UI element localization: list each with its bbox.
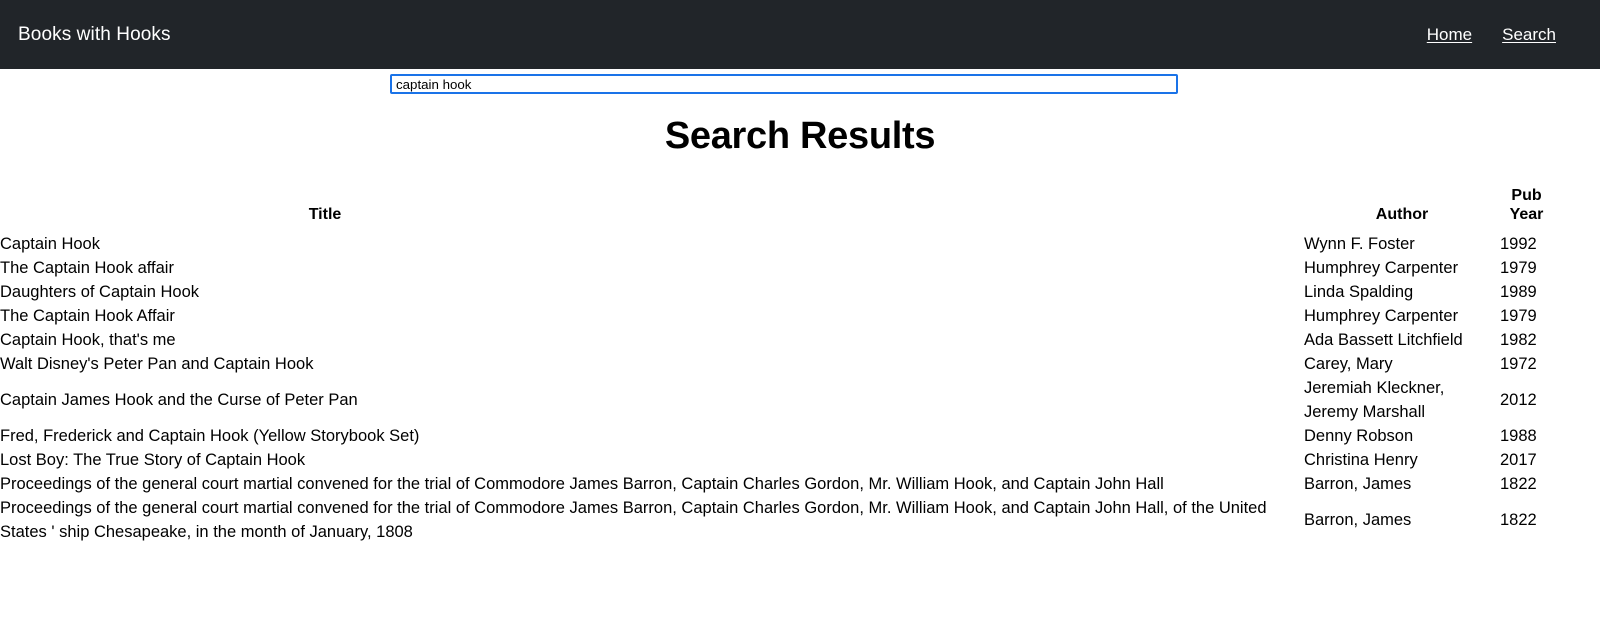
- nav-link-search[interactable]: Search: [1502, 25, 1556, 45]
- cell-title: Fred, Frederick and Captain Hook (Yellow…: [0, 427, 420, 445]
- cell-pub-year: 2017: [1500, 451, 1537, 469]
- nav-links: Home Search: [1427, 25, 1582, 45]
- cell-title: Proceedings of the general court martial…: [0, 499, 1267, 541]
- top-navbar: Books with Hooks Home Search: [0, 0, 1600, 69]
- table-row[interactable]: Daughters of Captain Hook Linda Spalding 1…: [0, 280, 1553, 304]
- cell-author: Barron, James: [1304, 475, 1412, 493]
- brand-title[interactable]: Books with Hooks: [18, 25, 171, 44]
- cell-author: Barron, James: [1304, 511, 1412, 529]
- cell-author: Denny Robson: [1304, 427, 1414, 445]
- table-row[interactable]: The Captain Hook Affair Humphrey Carpente…: [0, 304, 1553, 328]
- cell-title: Proceedings of the general court martial…: [0, 475, 1164, 493]
- cell-pub-year: 1822: [1500, 475, 1537, 493]
- table-row[interactable]: Proceedings of the general court martial…: [0, 496, 1553, 544]
- cell-author: Ada Bassett Litchfield: [1304, 331, 1463, 349]
- table-row[interactable]: Captain James Hook and the Curse of Pete…: [0, 376, 1553, 424]
- cell-author: Christina Henry: [1304, 451, 1418, 469]
- table-row[interactable]: Lost Boy: The True Story of Captain Hook…: [0, 448, 1553, 472]
- cell-author: Carey, Mary: [1304, 355, 1393, 373]
- search-input[interactable]: [390, 74, 1178, 94]
- cell-author: Humphrey Carpenter: [1304, 307, 1459, 325]
- table-row[interactable]: Captain Hook Wynn F. Foster 1992: [0, 232, 1553, 256]
- cell-pub-year: 1982: [1500, 331, 1537, 349]
- cell-pub-year: 1988: [1500, 427, 1537, 445]
- search-bar-row: [0, 69, 1600, 98]
- cell-author: Jeremiah Kleckner, Jeremy Marshall: [1304, 379, 1445, 421]
- nav-link-home[interactable]: Home: [1427, 25, 1472, 45]
- cell-pub-year: 1822: [1500, 511, 1537, 529]
- cell-title: Captain Hook, that's me: [0, 331, 176, 349]
- column-header-author[interactable]: Author: [1304, 186, 1500, 232]
- column-header-title[interactable]: Title: [0, 186, 1304, 232]
- cell-pub-year: 1972: [1500, 355, 1537, 373]
- search-results-table: Title Author Pub Year Captain Hook Wynn F…: [0, 186, 1553, 544]
- table-row[interactable]: Captain Hook, that's me Ada Bassett Litch…: [0, 328, 1553, 352]
- cell-pub-year: 1992: [1500, 235, 1537, 253]
- table-row[interactable]: Fred, Frederick and Captain Hook (Yellow…: [0, 424, 1553, 448]
- table-row[interactable]: Walt Disney's Peter Pan and Captain Hook…: [0, 352, 1553, 376]
- table-row[interactable]: Proceedings of the general court martial…: [0, 472, 1553, 496]
- cell-title: The Captain Hook affair: [0, 259, 174, 277]
- cell-pub-year: 1979: [1500, 259, 1537, 277]
- table-header-row: Title Author Pub Year: [0, 186, 1553, 232]
- cell-title: Captain James Hook and the Curse of Pete…: [0, 391, 358, 409]
- table-row[interactable]: The Captain Hook affair Humphrey Carpente…: [0, 256, 1553, 280]
- cell-pub-year: 1979: [1500, 307, 1537, 325]
- cell-title: Walt Disney's Peter Pan and Captain Hook: [0, 355, 314, 373]
- cell-title: The Captain Hook Affair: [0, 307, 175, 325]
- cell-title: Lost Boy: The True Story of Captain Hook: [0, 451, 306, 469]
- cell-author: Humphrey Carpenter: [1304, 259, 1459, 277]
- cell-author: Linda Spalding: [1304, 283, 1414, 301]
- page-title: Search Results: [664, 115, 936, 157]
- cell-title: Daughters of Captain Hook: [0, 283, 200, 301]
- table-body: Captain Hook Wynn F. Foster 1992 The Captai…: [0, 232, 1553, 544]
- cell-author: Wynn F. Foster: [1304, 235, 1415, 253]
- cell-title: Captain Hook: [0, 235, 100, 253]
- column-header-pub-year[interactable]: Pub Year: [1500, 186, 1553, 232]
- table-header: Title Author Pub Year: [0, 186, 1553, 232]
- cell-pub-year: 1989: [1500, 283, 1537, 301]
- cell-pub-year: 2012: [1500, 391, 1537, 409]
